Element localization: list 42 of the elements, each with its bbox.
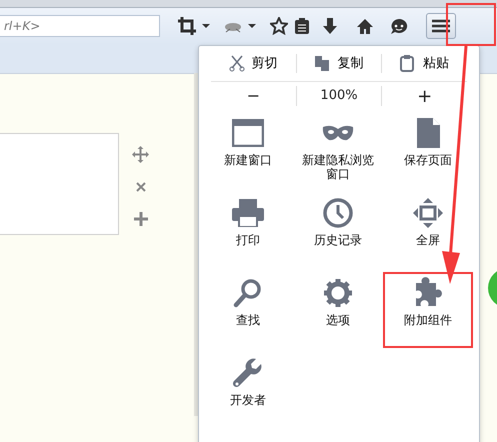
menu-item[interactable]: 新建隐私浏览窗口 bbox=[293, 112, 383, 188]
document-icon bbox=[416, 118, 440, 148]
clipboard-icon bbox=[294, 17, 310, 35]
menu-item[interactable]: 全屏 bbox=[383, 192, 473, 268]
menu-button[interactable]: 粘贴 bbox=[423, 54, 450, 74]
menu-item[interactable]: 新建窗口 bbox=[203, 112, 293, 188]
menu-icon bbox=[432, 19, 450, 33]
scissors-icon bbox=[229, 55, 245, 72]
search-icon bbox=[233, 278, 263, 308]
star-icon bbox=[270, 17, 288, 35]
gear-icon bbox=[323, 278, 353, 308]
zoom-level[interactable]: 100% bbox=[296, 86, 382, 106]
menu-item[interactable]: 打印 bbox=[203, 192, 293, 268]
close-icon bbox=[136, 182, 146, 192]
wrench-icon bbox=[232, 358, 264, 388]
copy-icon bbox=[314, 55, 331, 72]
download-icon bbox=[322, 18, 338, 34]
zoom-in-button[interactable]: + bbox=[382, 82, 468, 110]
menu-item[interactable]: 选项 bbox=[293, 272, 383, 348]
menu-button[interactable]: 剪切 bbox=[252, 54, 278, 74]
caret-icon bbox=[248, 24, 256, 28]
menu-item[interactable]: 保存页面 bbox=[383, 112, 473, 188]
printer-icon bbox=[232, 199, 264, 227]
menu-button[interactable] bbox=[426, 13, 456, 39]
zoom-out-button[interactable]: − bbox=[211, 84, 296, 108]
chat-icon bbox=[390, 18, 408, 34]
mask-icon bbox=[322, 124, 354, 142]
crop-icon bbox=[178, 17, 196, 35]
menu-item[interactable]: 开发者 bbox=[203, 352, 293, 428]
fullscreen-icon bbox=[413, 198, 443, 228]
caret-icon bbox=[202, 24, 210, 28]
menu-item[interactable]: 历史记录 bbox=[293, 192, 383, 268]
move-icon bbox=[132, 146, 149, 163]
menu-item[interactable]: 附加组件 bbox=[383, 272, 473, 348]
clock-icon bbox=[323, 198, 353, 228]
menu-button[interactable]: 复制 bbox=[337, 54, 364, 74]
search-field[interactable]: rl+K> bbox=[0, 15, 160, 37]
window-icon bbox=[232, 119, 264, 147]
add-icon bbox=[134, 212, 148, 226]
clipboard-icon bbox=[400, 55, 416, 72]
menu-item[interactable]: 查找 bbox=[203, 272, 293, 348]
home-icon bbox=[356, 18, 374, 34]
